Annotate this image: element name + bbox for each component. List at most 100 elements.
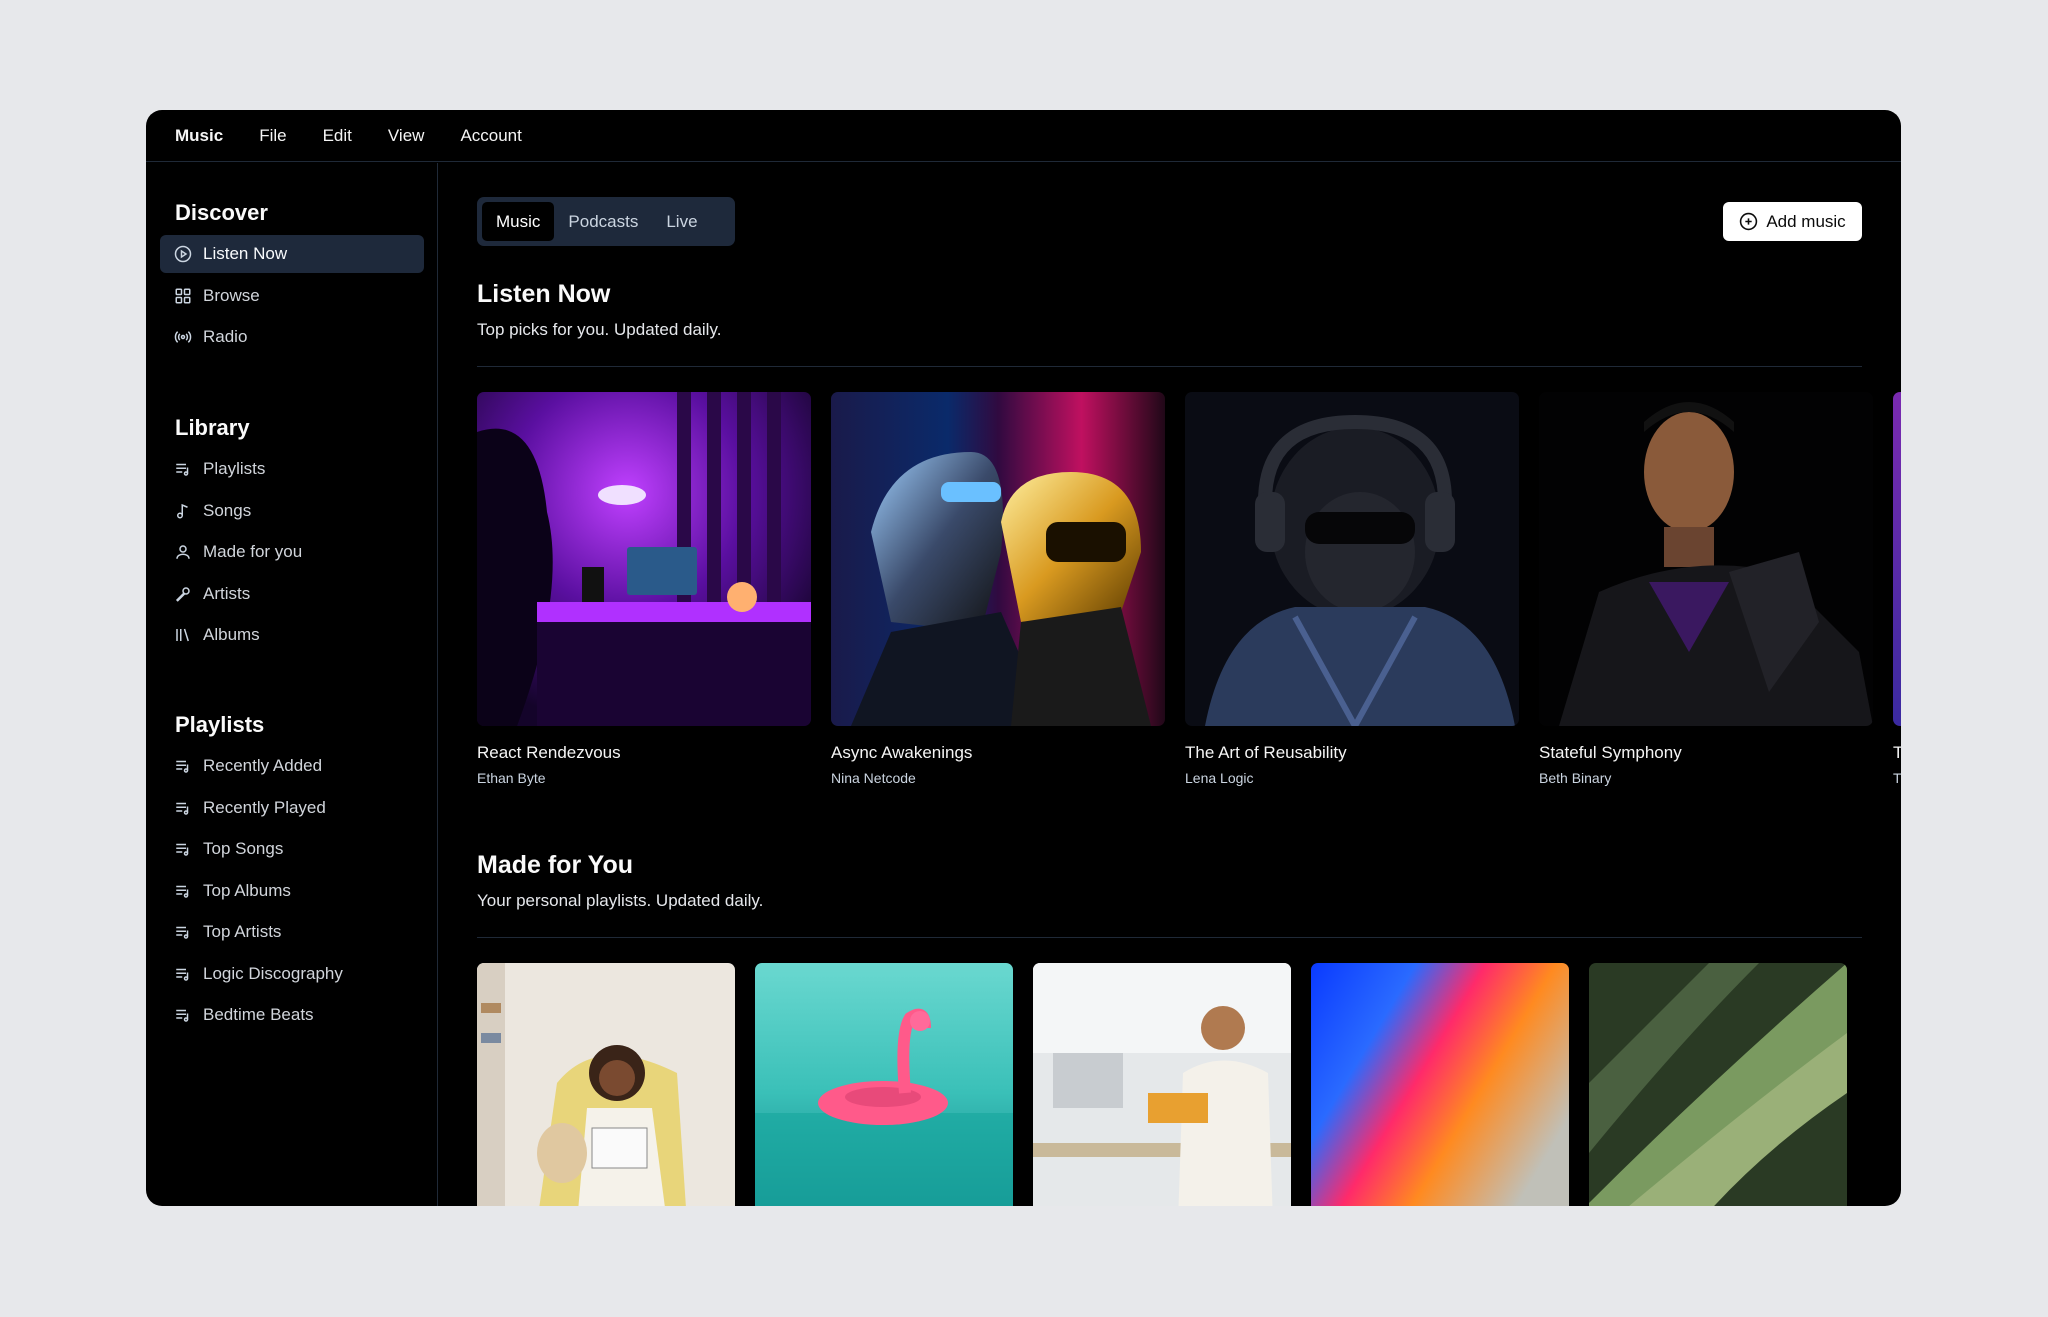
sidebar-item-label: Browse bbox=[203, 285, 260, 305]
album-cover-helmets bbox=[831, 392, 1165, 726]
main-content: Music Podcasts Live Add music Listen Now… bbox=[439, 163, 1901, 1206]
sidebar-item-label: Artists bbox=[203, 583, 251, 603]
album-title: Async Awakenings bbox=[831, 743, 973, 762]
menu-edit[interactable]: Edit bbox=[323, 126, 352, 146]
album-card[interactable]: The Art of Reusability Lena Logic bbox=[1185, 392, 1519, 786]
sidebar-item-label: Top Songs bbox=[203, 839, 284, 858]
sidebar-item-listen-now[interactable]: Listen Now bbox=[160, 235, 424, 273]
add-music-button[interactable]: Add music bbox=[1723, 202, 1862, 241]
playlist-icon bbox=[174, 1006, 192, 1024]
menu-file[interactable]: File bbox=[259, 126, 286, 146]
playlist-icon bbox=[174, 882, 192, 900]
discover-heading: Discover bbox=[175, 200, 268, 225]
plus-circle-icon bbox=[1739, 212, 1758, 231]
playlist-icon bbox=[174, 757, 192, 775]
album-artist: T bbox=[1893, 770, 1901, 786]
sidebar-item-label: Albums bbox=[203, 625, 260, 644]
divider bbox=[477, 937, 1862, 938]
playlist-cover-gradient bbox=[1311, 963, 1569, 1206]
playlists-heading: Playlists bbox=[175, 712, 265, 737]
sidebar-item-albums[interactable]: Albums bbox=[160, 616, 424, 654]
sidebar-item-label: Radio bbox=[203, 327, 248, 346]
sidebar-item-label: Songs bbox=[203, 500, 252, 520]
sidebar-item-bedtime-beats[interactable]: Bedtime Beats bbox=[160, 996, 424, 1034]
sidebar-item-made-for-you[interactable]: Made for you bbox=[160, 533, 424, 571]
sidebar-item-label: Recently Added bbox=[203, 756, 323, 775]
album-card[interactable]: React Rendezvous Ethan Byte bbox=[477, 392, 811, 786]
sidebar-item-radio[interactable]: Radio bbox=[160, 318, 424, 356]
made-for-you-title: Made for You bbox=[477, 851, 634, 879]
app-window: Music File Edit View Account Discover Li… bbox=[146, 110, 1901, 1206]
microphone-icon bbox=[174, 585, 192, 603]
grid-icon bbox=[174, 287, 192, 305]
library-section: Library Playlists Songs Made for you Art… bbox=[160, 412, 424, 654]
sidebar-item-label: Playlists bbox=[203, 459, 266, 478]
playlist-card[interactable] bbox=[1033, 963, 1291, 1206]
media-tabs: Music Podcasts Live bbox=[477, 197, 735, 246]
sidebar-item-label: Recently Played bbox=[203, 797, 326, 817]
discover-section: Discover Listen Now Browse Radio bbox=[160, 197, 424, 356]
library-heading: Library bbox=[175, 415, 250, 440]
tab-live[interactable]: Live bbox=[652, 202, 711, 241]
sidebar-item-top-albums[interactable]: Top Albums bbox=[160, 872, 424, 910]
sidebar-item-label: Listen Now bbox=[203, 244, 288, 263]
tab-music[interactable]: Music bbox=[482, 202, 555, 241]
album-title: The Art of Reusability bbox=[1185, 743, 1347, 762]
music-note-icon bbox=[174, 502, 192, 520]
playlist-card[interactable] bbox=[1589, 963, 1847, 1206]
menu-view[interactable]: View bbox=[388, 126, 425, 146]
album-artist: Nina Netcode bbox=[831, 770, 916, 786]
album-artist: Beth Binary bbox=[1539, 770, 1612, 786]
sidebar-item-label: Made for you bbox=[203, 542, 303, 561]
album-cover-partial bbox=[1893, 392, 1901, 726]
playlist-cover-aloe-leaves bbox=[1589, 963, 1847, 1206]
listen-now-title: Listen Now bbox=[477, 280, 611, 308]
album-artist: Ethan Byte bbox=[477, 770, 546, 786]
album-artist: Lena Logic bbox=[1185, 770, 1254, 786]
play-circle-icon bbox=[174, 245, 192, 263]
sidebar: Discover Listen Now Browse Radio Library… bbox=[146, 163, 438, 1206]
playlist-cover-office-man bbox=[1033, 963, 1291, 1206]
album-cover-desk-setup bbox=[477, 392, 811, 726]
sidebar-item-recently-played[interactable]: Recently Played bbox=[160, 789, 424, 827]
playlist-icon bbox=[174, 799, 192, 817]
playlist-icon bbox=[174, 840, 192, 858]
album-title: T bbox=[1893, 743, 1901, 762]
sidebar-item-top-artists[interactable]: Top Artists bbox=[160, 913, 424, 951]
tab-podcasts[interactable]: Podcasts bbox=[554, 202, 652, 241]
sidebar-item-label: Top Artists bbox=[203, 922, 282, 941]
playlist-card[interactable] bbox=[755, 963, 1013, 1206]
playlists-section: Playlists Recently Added Recently Played… bbox=[160, 709, 424, 1034]
listen-now-subtitle: Top picks for you. Updated daily. bbox=[477, 320, 722, 339]
album-title: Stateful Symphony bbox=[1539, 743, 1682, 762]
menu-account[interactable]: Account bbox=[460, 126, 521, 146]
sidebar-item-browse[interactable]: Browse bbox=[160, 277, 424, 315]
album-cover-gorilla bbox=[1185, 392, 1519, 726]
sidebar-item-songs[interactable]: Songs bbox=[160, 492, 424, 530]
sidebar-item-recently-added[interactable]: Recently Added bbox=[160, 747, 424, 785]
menu-music[interactable]: Music bbox=[175, 126, 223, 146]
playlist-icon bbox=[174, 965, 192, 983]
sidebar-item-top-songs[interactable]: Top Songs bbox=[160, 830, 424, 868]
sidebar-item-logic-discography[interactable]: Logic Discography bbox=[160, 955, 424, 993]
album-card[interactable]: T T bbox=[1893, 392, 1901, 786]
radio-icon bbox=[174, 328, 192, 346]
playlist-card[interactable] bbox=[477, 963, 735, 1206]
sidebar-item-playlists[interactable]: Playlists bbox=[160, 450, 424, 488]
playlist-cover-reading-woman bbox=[477, 963, 735, 1206]
sidebar-item-label: Logic Discography bbox=[203, 963, 343, 983]
user-icon bbox=[174, 543, 192, 561]
playlist-icon bbox=[174, 923, 192, 941]
album-title: React Rendezvous bbox=[477, 743, 621, 762]
album-card[interactable]: Async Awakenings Nina Netcode bbox=[831, 392, 1165, 786]
playlist-icon bbox=[174, 460, 192, 478]
sidebar-item-label: Bedtime Beats bbox=[203, 1005, 314, 1024]
library-icon bbox=[174, 626, 192, 644]
sidebar-item-label: Top Albums bbox=[203, 880, 291, 900]
album-card[interactable]: Stateful Symphony Beth Binary bbox=[1539, 392, 1873, 786]
playlist-card[interactable] bbox=[1311, 963, 1569, 1206]
add-music-label: Add music bbox=[1766, 211, 1846, 231]
playlist-cover-flamingo bbox=[755, 963, 1013, 1206]
sidebar-item-artists[interactable]: Artists bbox=[160, 575, 424, 613]
menubar: Music File Edit View Account bbox=[146, 110, 1901, 162]
